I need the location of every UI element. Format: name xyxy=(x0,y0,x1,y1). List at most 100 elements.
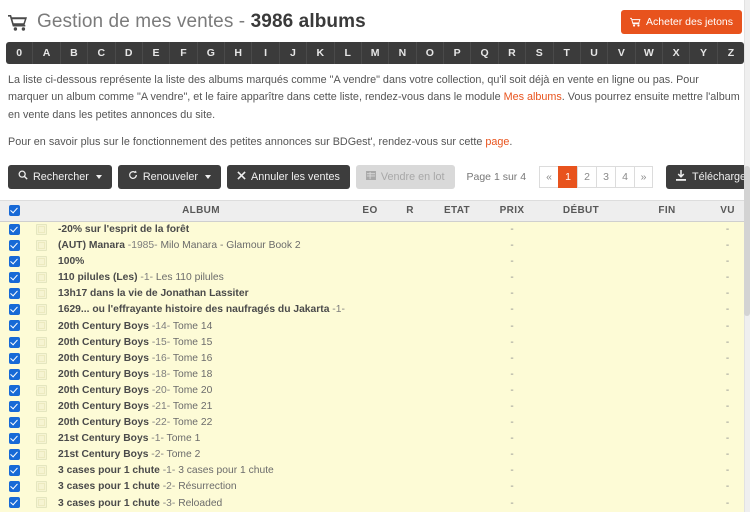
alpha-filter-k[interactable]: K xyxy=(307,42,335,64)
row-checkbox[interactable] xyxy=(8,368,20,380)
alpha-filter-l[interactable]: L xyxy=(335,42,362,64)
album-cover-icon[interactable] xyxy=(35,288,47,300)
header-etat[interactable]: ETAT xyxy=(428,199,486,222)
row-checkbox[interactable] xyxy=(8,352,20,364)
album-fin-cell[interactable] xyxy=(624,221,710,238)
album-etat-cell[interactable] xyxy=(428,495,486,512)
alpha-filter-z[interactable]: Z xyxy=(718,42,744,64)
search-button[interactable]: Rechercher xyxy=(8,164,112,189)
album-eo-cell[interactable] xyxy=(348,414,392,431)
album-etat-cell[interactable] xyxy=(428,366,486,383)
album-etat-cell[interactable] xyxy=(428,478,486,496)
alpha-filter-y[interactable]: Y xyxy=(690,42,718,64)
album-r-cell[interactable] xyxy=(392,446,428,463)
header-fin[interactable]: FIN xyxy=(624,199,710,222)
album-cell[interactable]: 20th Century Boys -21- Tome 21 xyxy=(54,398,348,415)
page-button-2[interactable]: 2 xyxy=(577,165,597,188)
alpha-filter-u[interactable]: U xyxy=(581,42,609,64)
album-cover-icon[interactable] xyxy=(35,320,47,332)
album-prix-cell[interactable]: - xyxy=(486,478,538,496)
album-eo-cell[interactable] xyxy=(348,398,392,415)
table-row[interactable]: 20th Century Boys -16- Tome 16 - - xyxy=(0,350,750,367)
alpha-filter-a[interactable]: A xyxy=(33,42,61,64)
album-etat-cell[interactable] xyxy=(428,269,486,286)
alpha-filter-o[interactable]: O xyxy=(417,42,444,64)
album-etat-cell[interactable] xyxy=(428,462,486,479)
table-row[interactable]: 20th Century Boys -21- Tome 21 - - xyxy=(0,398,750,415)
album-vu-cell[interactable]: - xyxy=(710,318,745,335)
album-cell[interactable]: 21st Century Boys -1- Tome 1 xyxy=(54,430,348,447)
row-checkbox[interactable] xyxy=(8,417,20,428)
header-prix[interactable]: PRIX xyxy=(486,199,538,222)
row-checkbox[interactable] xyxy=(8,481,20,493)
album-r-cell[interactable] xyxy=(392,430,428,447)
album-debut-cell[interactable] xyxy=(538,318,624,335)
album-prix-cell[interactable]: - xyxy=(486,495,538,512)
row-checkbox[interactable] xyxy=(8,336,20,348)
album-debut-cell[interactable] xyxy=(538,430,624,447)
album-vu-cell[interactable]: - xyxy=(710,350,745,367)
album-r-cell[interactable] xyxy=(392,269,428,286)
page-button-4[interactable]: 4 xyxy=(615,165,635,188)
header-r[interactable]: R xyxy=(392,199,428,222)
album-prix-cell[interactable]: - xyxy=(486,350,538,367)
album-r-cell[interactable] xyxy=(392,237,428,254)
album-debut-cell[interactable] xyxy=(538,237,624,254)
album-etat-cell[interactable] xyxy=(428,414,486,431)
album-prix-cell[interactable]: - xyxy=(486,414,538,431)
album-eo-cell[interactable] xyxy=(348,221,392,238)
album-debut-cell[interactable] xyxy=(538,366,624,383)
album-vu-cell[interactable]: - xyxy=(710,478,745,496)
album-prix-cell[interactable]: - xyxy=(486,382,538,399)
album-fin-cell[interactable] xyxy=(624,301,710,318)
album-cover-icon[interactable] xyxy=(35,272,47,284)
album-vu-cell[interactable]: - xyxy=(710,382,745,399)
album-r-cell[interactable] xyxy=(392,478,428,496)
album-debut-cell[interactable] xyxy=(538,269,624,286)
album-r-cell[interactable] xyxy=(392,334,428,351)
row-checkbox[interactable] xyxy=(8,320,20,332)
album-prix-cell[interactable]: - xyxy=(486,318,538,335)
row-checkbox[interactable] xyxy=(8,384,20,396)
album-eo-cell[interactable] xyxy=(348,318,392,335)
album-fin-cell[interactable] xyxy=(624,478,710,496)
album-fin-cell[interactable] xyxy=(624,366,710,383)
album-debut-cell[interactable] xyxy=(538,446,624,463)
header-album[interactable]: ALBUM xyxy=(54,199,348,222)
album-cell[interactable]: 3 cases pour 1 chute -3- Reloaded xyxy=(54,495,348,512)
header-debut[interactable]: DÉBUT xyxy=(538,199,624,222)
album-prix-cell[interactable]: - xyxy=(486,462,538,479)
page-button-«[interactable]: « xyxy=(539,165,559,188)
album-cell[interactable]: 20th Century Boys -18- Tome 18 xyxy=(54,366,348,383)
alpha-filter-d[interactable]: D xyxy=(116,42,143,64)
album-fin-cell[interactable] xyxy=(624,462,710,479)
album-cell[interactable]: 100% xyxy=(54,253,348,270)
album-cover-icon[interactable] xyxy=(35,497,47,509)
album-vu-cell[interactable]: - xyxy=(710,366,745,383)
album-debut-cell[interactable] xyxy=(538,398,624,415)
album-cover-icon[interactable] xyxy=(35,481,47,493)
vertical-scrollbar[interactable] xyxy=(744,0,750,512)
page-button-3[interactable]: 3 xyxy=(596,165,616,188)
album-cover-icon[interactable] xyxy=(35,336,47,348)
table-row[interactable]: 3 cases pour 1 chute -2- Résurrection - - xyxy=(0,478,750,496)
album-r-cell[interactable] xyxy=(392,350,428,367)
album-r-cell[interactable] xyxy=(392,301,428,318)
album-etat-cell[interactable] xyxy=(428,301,486,318)
album-eo-cell[interactable] xyxy=(348,334,392,351)
album-cover-icon[interactable] xyxy=(35,384,47,396)
album-fin-cell[interactable] xyxy=(624,237,710,254)
album-vu-cell[interactable]: - xyxy=(710,253,745,270)
album-prix-cell[interactable]: - xyxy=(486,285,538,302)
alphabet-filter-bar[interactable]: 0ABCDEFGHIJKLMNOPQRSTUVWXYZ xyxy=(6,42,744,64)
album-eo-cell[interactable] xyxy=(348,253,392,270)
album-eo-cell[interactable] xyxy=(348,269,392,286)
album-vu-cell[interactable]: - xyxy=(710,414,745,431)
table-row[interactable]: 3 cases pour 1 chute -1- 3 cases pour 1 … xyxy=(0,462,750,479)
album-debut-cell[interactable] xyxy=(538,301,624,318)
row-checkbox[interactable] xyxy=(8,400,20,412)
album-vu-cell[interactable]: - xyxy=(710,398,745,415)
album-debut-cell[interactable] xyxy=(538,334,624,351)
alpha-filter-t[interactable]: T xyxy=(554,42,581,64)
album-prix-cell[interactable]: - xyxy=(486,269,538,286)
